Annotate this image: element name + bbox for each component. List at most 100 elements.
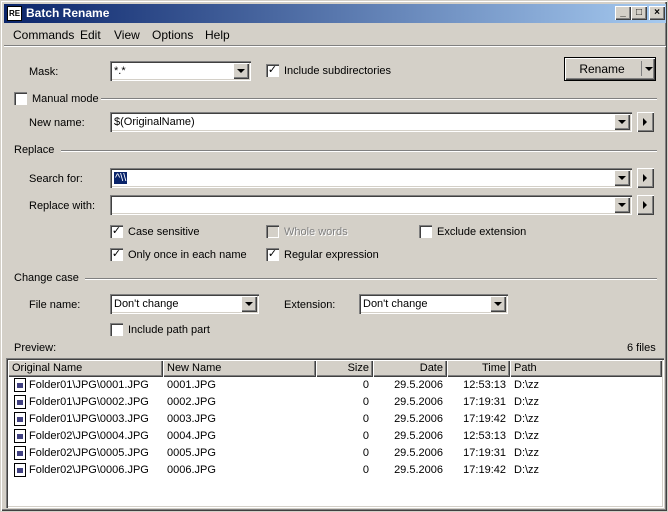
- search-for-input[interactable]: ^\\: [110, 168, 632, 188]
- cell-date: 29.5.2006: [394, 413, 443, 425]
- rename-button[interactable]: Rename: [565, 58, 655, 80]
- chevron-down-icon[interactable]: [645, 67, 653, 71]
- chevron-down-icon[interactable]: [614, 170, 630, 186]
- exclude-extension-checkbox[interactable]: [419, 225, 432, 238]
- file-name-case-label: File name:: [29, 299, 81, 311]
- regular-expression-checkbox[interactable]: ✓: [266, 248, 279, 261]
- new-name-input[interactable]: $(OriginalName): [110, 112, 632, 132]
- new-name-label: New name:: [29, 117, 85, 129]
- mask-label: Mask:: [29, 66, 59, 78]
- preview-label: Preview:: [14, 342, 57, 354]
- file-name-case-select[interactable]: Don't change: [110, 294, 259, 314]
- chevron-down-icon[interactable]: [241, 296, 257, 312]
- menu-edit[interactable]: Edit: [80, 28, 101, 42]
- cell-size: 0: [362, 464, 369, 476]
- only-once-checkbox[interactable]: ✓: [110, 248, 123, 261]
- cell-path: D:\zz: [514, 413, 540, 425]
- column-path[interactable]: Path: [510, 360, 662, 377]
- cell-new-name: 0005.JPG: [167, 447, 216, 459]
- cell-original-name: Folder01\JPG\0003.JPG: [29, 413, 149, 425]
- menu-help[interactable]: Help: [205, 28, 230, 42]
- minimize-button[interactable]: _: [615, 6, 631, 20]
- replace-with-input[interactable]: [110, 195, 632, 215]
- cell-original-name: Folder01\JPG\0001.JPG: [29, 379, 149, 391]
- column-time[interactable]: Time: [447, 360, 510, 377]
- cell-path: D:\zz: [514, 379, 540, 391]
- cell-new-name: 0004.JPG: [167, 430, 216, 442]
- replace-section-label: Replace: [14, 144, 55, 156]
- table-row[interactable]: Folder01\JPG\0001.JPG 0001.JPG 0 29.5.20…: [8, 377, 662, 394]
- mask-combobox[interactable]: *.*: [110, 61, 251, 81]
- chevron-down-icon[interactable]: [614, 114, 630, 130]
- table-row[interactable]: Folder01\JPG\0002.JPG 0002.JPG 0 29.5.20…: [8, 394, 662, 411]
- cell-new-name: 0003.JPG: [167, 413, 216, 425]
- cell-date: 29.5.2006: [394, 379, 443, 391]
- menu-options[interactable]: Options: [152, 28, 193, 42]
- rename-button-label: Rename: [579, 62, 625, 76]
- column-date[interactable]: Date: [373, 360, 447, 377]
- replace-with-insert-button[interactable]: [637, 195, 654, 215]
- cell-size: 0: [362, 447, 369, 459]
- search-for-insert-button[interactable]: [637, 168, 654, 188]
- change-case-label: Change case: [14, 272, 79, 284]
- cell-size: 0: [362, 379, 369, 391]
- new-name-value: $(OriginalName): [114, 116, 195, 128]
- close-button[interactable]: ×: [649, 6, 665, 20]
- cell-original-name: Folder01\JPG\0002.JPG: [29, 396, 149, 408]
- include-subdirectories-checkbox[interactable]: ✓: [266, 64, 279, 77]
- cell-time: 17:19:42: [463, 413, 506, 425]
- chevron-down-icon[interactable]: [614, 197, 630, 213]
- whole-words-label: Whole words: [284, 226, 348, 238]
- chevron-down-icon[interactable]: [490, 296, 506, 312]
- manual-mode-separator: [101, 98, 657, 100]
- mask-value: *.*: [114, 65, 126, 77]
- list-header: Original Name New Name Size Date Time Pa…: [8, 360, 662, 377]
- cell-date: 29.5.2006: [394, 396, 443, 408]
- image-file-icon: [14, 463, 26, 477]
- manual-mode-checkbox[interactable]: [14, 92, 27, 105]
- file-count: 6 files: [627, 342, 656, 354]
- table-row[interactable]: Folder01\JPG\0003.JPG 0003.JPG 0 29.5.20…: [8, 411, 662, 428]
- cell-original-name: Folder02\JPG\0006.JPG: [29, 464, 149, 476]
- image-file-icon: [14, 429, 26, 443]
- maximize-button[interactable]: □: [631, 6, 647, 20]
- new-name-insert-button[interactable]: [637, 112, 654, 132]
- case-sensitive-label: Case sensitive: [128, 226, 200, 238]
- manual-mode-label: Manual mode: [32, 93, 99, 105]
- menu-commands[interactable]: Commands: [13, 28, 74, 42]
- search-for-value: ^\\: [114, 172, 128, 184]
- case-sensitive-checkbox[interactable]: ✓: [110, 225, 123, 238]
- menu-bar: Commands Edit View Options Help: [4, 24, 666, 44]
- preview-list[interactable]: Original Name New Name Size Date Time Pa…: [6, 358, 664, 508]
- table-row[interactable]: Folder02\JPG\0005.JPG 0005.JPG 0 29.5.20…: [8, 445, 662, 462]
- cell-size: 0: [362, 396, 369, 408]
- cell-date: 29.5.2006: [394, 430, 443, 442]
- column-size[interactable]: Size: [316, 360, 373, 377]
- include-subdirectories-label: Include subdirectories: [284, 65, 392, 77]
- extension-case-value: Don't change: [363, 298, 428, 310]
- menu-view[interactable]: View: [114, 28, 140, 42]
- window-title: Batch Rename: [26, 6, 110, 20]
- image-file-icon: [14, 412, 26, 426]
- column-original-name[interactable]: Original Name: [8, 360, 163, 377]
- table-row[interactable]: Folder02\JPG\0006.JPG 0006.JPG 0 29.5.20…: [8, 462, 662, 479]
- chevron-down-icon[interactable]: [233, 63, 249, 79]
- replace-separator: [61, 150, 657, 152]
- image-file-icon: [14, 395, 26, 409]
- file-name-case-value: Don't change: [114, 298, 179, 310]
- exclude-extension-label: Exclude extension: [437, 226, 527, 238]
- column-new-name[interactable]: New Name: [163, 360, 316, 377]
- cell-time: 12:53:13: [463, 430, 506, 442]
- change-case-separator: [85, 278, 657, 280]
- include-path-part-checkbox[interactable]: [110, 323, 123, 336]
- cell-time: 17:19:31: [463, 447, 506, 459]
- app-icon: RE: [7, 6, 22, 21]
- cell-path: D:\zz: [514, 430, 540, 442]
- search-for-label: Search for:: [29, 173, 83, 185]
- cell-original-name: Folder02\JPG\0004.JPG: [29, 430, 149, 442]
- cell-size: 0: [362, 413, 369, 425]
- extension-case-select[interactable]: Don't change: [359, 294, 508, 314]
- cell-time: 12:53:13: [463, 379, 506, 391]
- table-row[interactable]: Folder02\JPG\0004.JPG 0004.JPG 0 29.5.20…: [8, 428, 662, 445]
- title-bar[interactable]: RE Batch Rename _ □ ×: [4, 4, 666, 23]
